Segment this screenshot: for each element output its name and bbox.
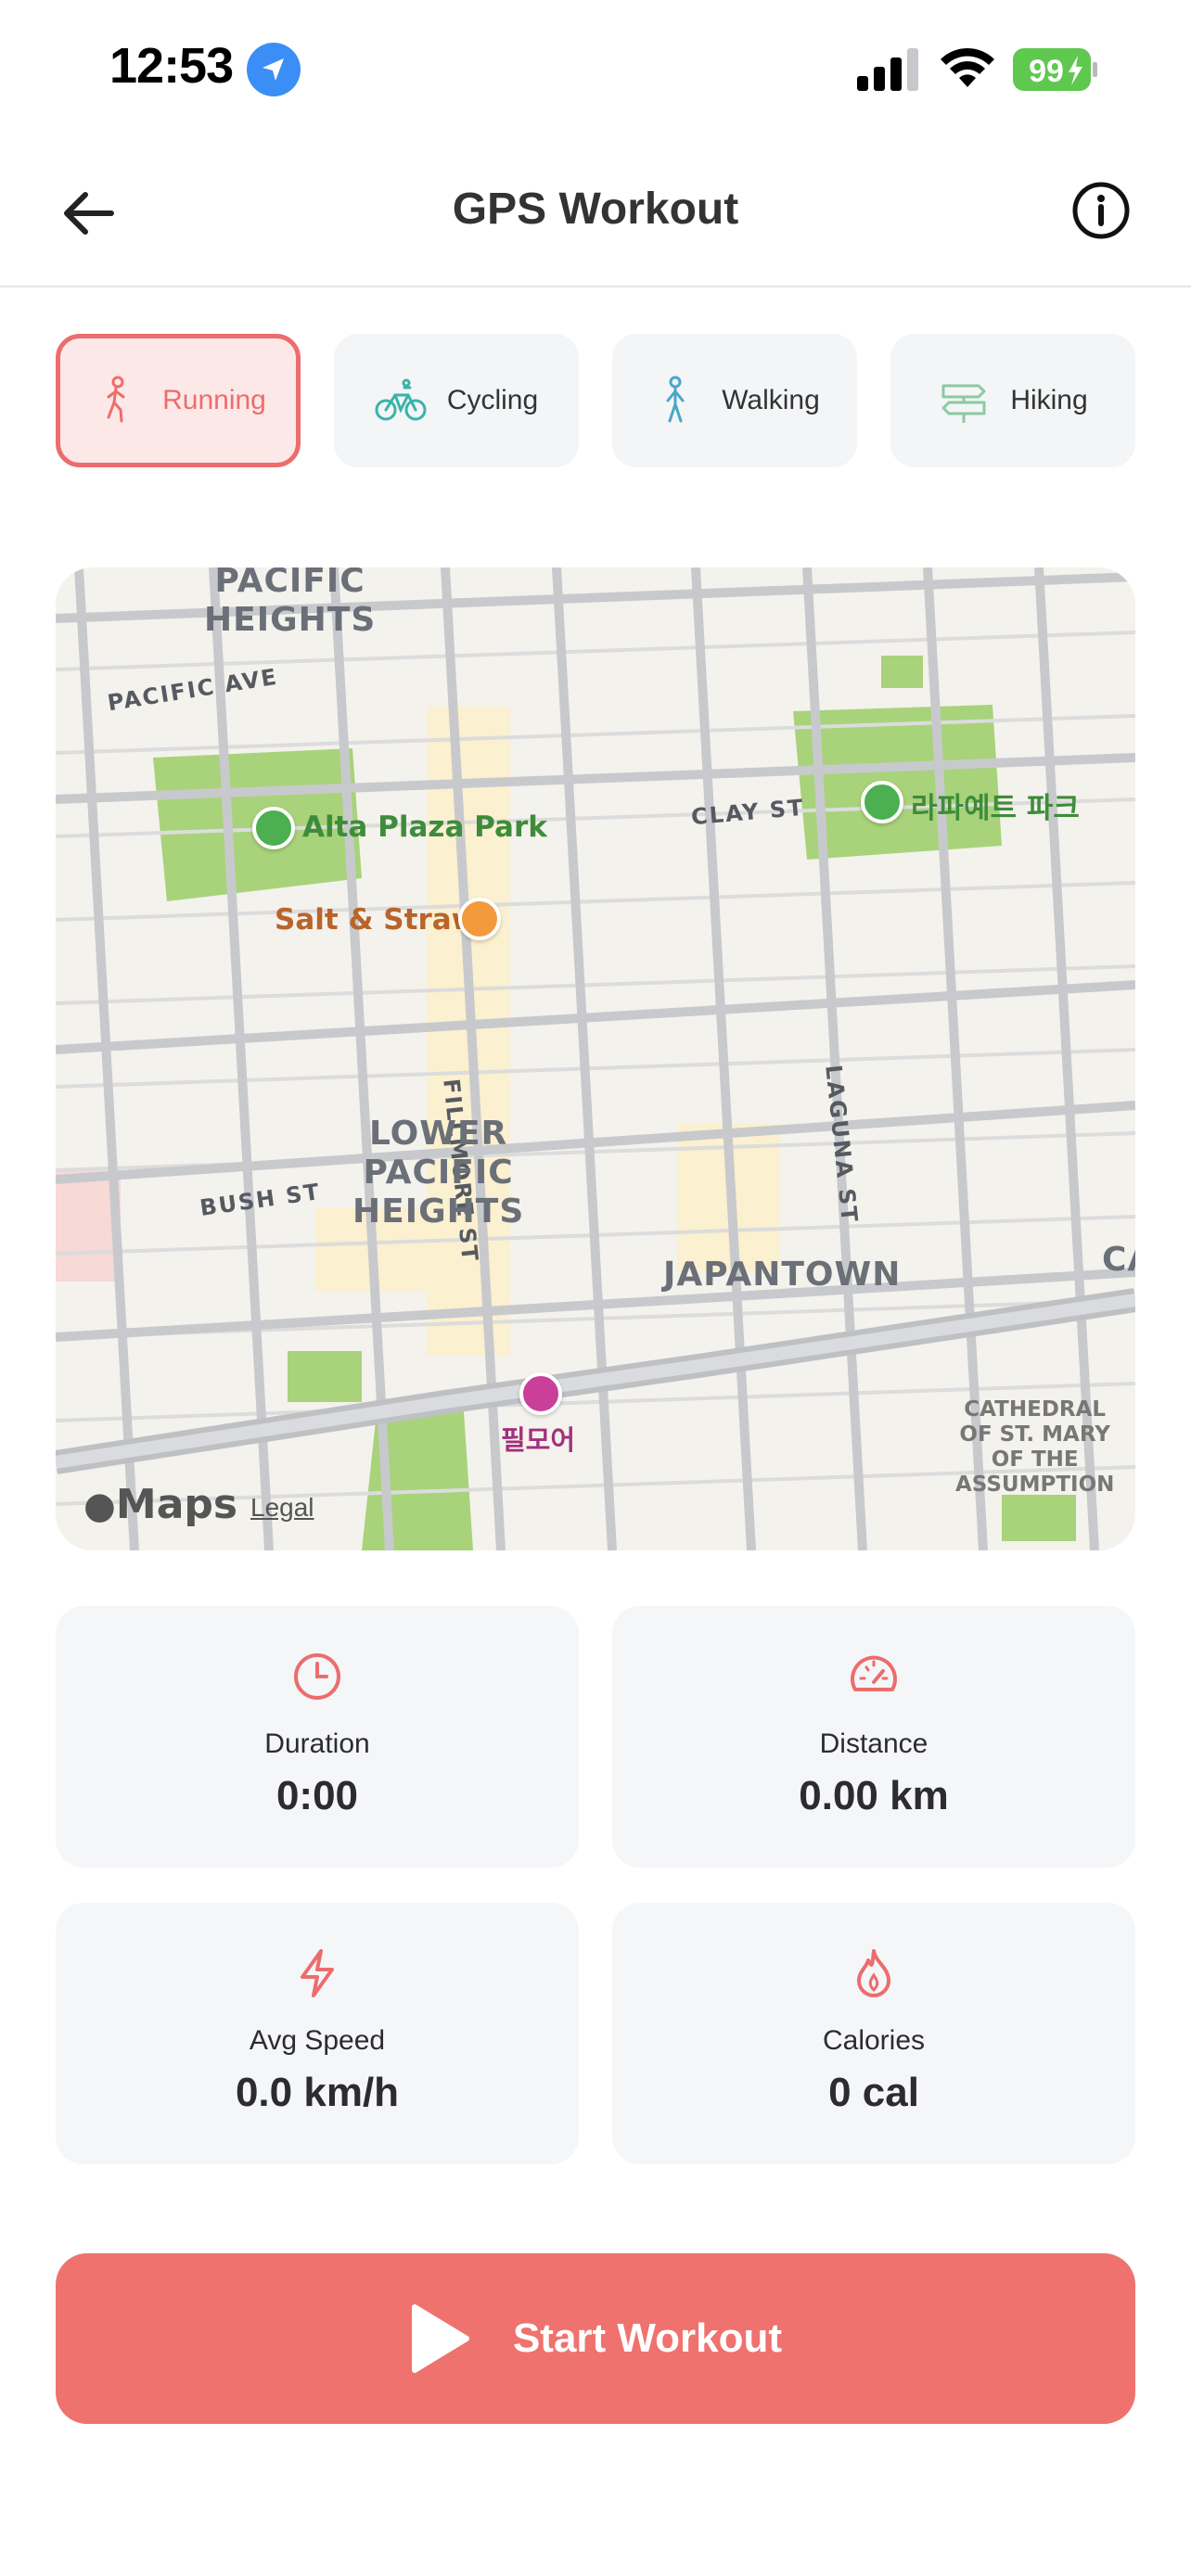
tab-cycling[interactable]: Cycling [334,334,579,467]
tab-walking[interactable]: Walking [612,334,857,467]
tab-hiking[interactable]: Hiking [890,334,1135,467]
stat-value: 0.0 km/h [235,2070,400,2115]
map-label-pacific-heights: PACIFIC HEIGHTS [204,567,377,639]
status-time: 12:53 [109,38,234,94]
tab-label: Running [162,385,266,415]
walking-person-icon [666,376,685,423]
app-header: GPS Workout [0,139,1191,287]
tab-label: Cycling [446,385,539,415]
cellular-signal-icon [857,48,918,91]
park-pin-icon [861,781,903,823]
page-title: GPS Workout [452,185,739,234]
start-workout-button[interactable]: Start Workout [56,2253,1135,2424]
map-poi-alta-plaza-park[interactable]: Alta Plaza Park [302,810,547,844]
bicycle-icon [375,378,427,421]
info-circle-icon [1072,182,1130,239]
stat-value: 0:00 [275,1773,359,1818]
stat-card-calories: Calories 0 cal [612,1903,1135,2164]
flame-icon [857,1949,890,1997]
stat-value: 0.00 km [799,1773,949,1818]
map-label-lower-pacific-heights: LOWER PACIFIC HEIGHTS [352,1115,525,1231]
stat-value: 0 cal [828,2070,919,2115]
map-poi-fillmore[interactable]: 필모어 [501,1419,575,1458]
tab-label: Hiking [1010,385,1088,415]
ice-cream-pin-icon [458,898,501,940]
battery-level: 99 [1029,54,1064,89]
stat-card-duration: Duration 0:00 [56,1606,579,1868]
tab-running[interactable]: Running [56,334,301,467]
wifi-icon [941,47,994,87]
running-person-icon [107,376,125,423]
maps-brand-text: Maps [115,1481,238,1528]
stat-card-avg-speed: Avg Speed 0.0 km/h [56,1903,579,2164]
map-poi-salt-and-straw[interactable]: Salt & Straw [275,903,478,937]
route-map[interactable]: PACIFIC HEIGHTS PACIFIC AVE Alta Plaza P… [56,567,1135,1550]
battery-icon: 99 [1013,48,1098,91]
stat-label: Distance [819,1728,928,1759]
start-workout-label: Start Workout [512,2315,783,2361]
stat-label: Calories [822,2025,926,2056]
stat-label: Avg Speed [249,2025,386,2056]
status-bar: 12:53 99 [0,0,1191,139]
stat-card-distance: Distance 0.00 km [612,1606,1135,1868]
park-pin-icon [252,807,295,849]
map-legal-link[interactable]: Legal [250,1493,314,1523]
info-button[interactable] [1070,180,1132,241]
tab-label: Walking [722,385,820,415]
map-label-japantown: JAPANTOWN [663,1256,902,1294]
play-icon [411,2304,469,2373]
music-venue-pin-icon [519,1372,562,1415]
clock-icon [294,1653,340,1700]
stat-label: Duration [264,1728,370,1759]
lightning-icon [301,1949,334,1997]
signpost-icon [941,384,986,423]
map-poi-lafayette-park[interactable]: 라파예트 파크 [911,784,1080,826]
activity-tabs: Running Cycling Walking Hiking [56,334,1135,467]
map-label-partial: CA [1102,1241,1135,1279]
map-label-cathedral: CATHEDRAL OF ST. MARY OF THE ASSUMPTION [955,1397,1115,1497]
location-arrow-icon [247,43,301,96]
speedometer-icon [851,1655,897,1691]
apple-maps-logo: ●Maps [83,1481,238,1528]
